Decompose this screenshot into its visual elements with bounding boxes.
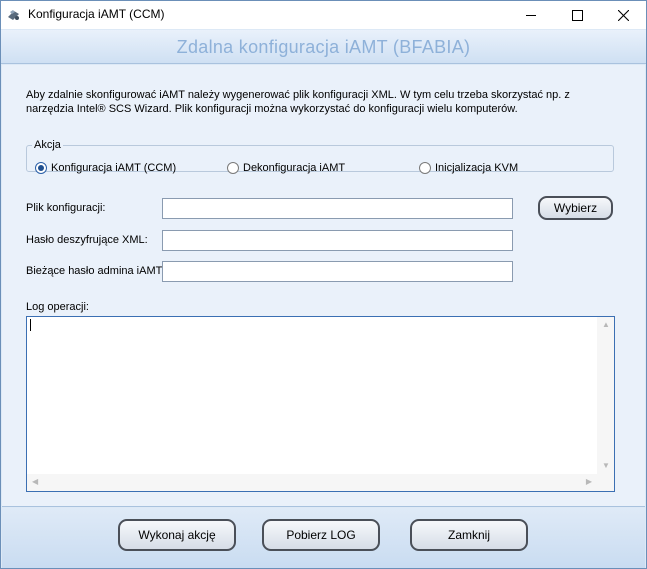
scroll-up-icon[interactable]: ▲ [602, 321, 610, 329]
intro-line: narzędzia Intel® SCS Wizard. Plik konfig… [26, 103, 518, 115]
minimize-icon [525, 14, 536, 16]
xml-password-label: Hasło deszyfrujące XML: [26, 234, 148, 246]
scroll-left-icon[interactable]: ◀ [32, 478, 38, 486]
vertical-scrollbar[interactable]: ▲ ▼ [597, 317, 614, 474]
scroll-down-icon[interactable]: ▼ [602, 462, 610, 470]
radio-configure[interactable]: Konfiguracja iAMT (CCM) [35, 162, 176, 174]
main-panel: Aby zdalnie skonfigurować iAMT należy wy… [2, 65, 645, 507]
intro-line: Aby zdalnie skonfigurować iAMT należy wy… [26, 89, 570, 101]
radio-label: Konfiguracja iAMT (CCM) [51, 162, 177, 174]
radio-label: Dekonfiguracja iAMT [243, 162, 346, 174]
action-group-legend: Akcja [34, 139, 61, 151]
admin-password-label: Bieżące hasło admina iAMT: [26, 265, 165, 277]
scrollbar-corner [597, 474, 614, 491]
intro-text: Aby zdalnie skonfigurować iAMT należy wy… [26, 88, 616, 116]
execute-action-button[interactable]: Wykonaj akcję [118, 519, 236, 551]
window-title: Konfiguracja iAMT (CCM) [28, 7, 165, 21]
radio-unselected-icon [419, 162, 431, 174]
browse-button[interactable]: Wybierz [538, 196, 613, 220]
config-file-input[interactable] [162, 198, 513, 219]
horizontal-scrollbar[interactable]: ◀ ▶ [27, 474, 597, 491]
log-textarea[interactable]: ▲ ▼ ◀ ▶ [26, 316, 615, 492]
radio-selected-icon [35, 162, 47, 174]
page-title: Zdalna konfiguracja iAMT (BFABIA) [176, 37, 471, 57]
config-file-label: Plik konfiguracji: [26, 202, 106, 214]
action-group: Akcja Konfiguracja iAMT (CCM) Dekonfigur… [26, 139, 614, 174]
radio-unselected-icon [227, 162, 239, 174]
app-window: Konfiguracja iAMT (CCM) Zdalna konfigura… [0, 0, 647, 569]
xml-password-input[interactable] [162, 230, 513, 251]
text-caret [30, 319, 31, 331]
maximize-icon [571, 9, 583, 21]
maximize-button[interactable] [554, 1, 600, 29]
close-window-button[interactable] [600, 1, 646, 29]
radio-label: Inicjalizacja KVM [435, 162, 519, 174]
title-bar: Konfiguracja iAMT (CCM) [1, 1, 646, 29]
radio-deconfigure[interactable]: Dekonfiguracja iAMT [227, 162, 345, 174]
admin-password-input[interactable] [162, 261, 513, 282]
close-button[interactable]: Zamknij [410, 519, 528, 551]
header-banner: Zdalna konfiguracja iAMT (BFABIA) [1, 30, 646, 64]
log-label: Log operacji: [26, 301, 89, 313]
close-icon [617, 9, 629, 21]
download-log-button[interactable]: Pobierz LOG [262, 519, 380, 551]
scroll-right-icon[interactable]: ▶ [586, 478, 592, 486]
app-icon [8, 10, 19, 20]
minimize-button[interactable] [508, 1, 554, 29]
footer-bar: Wykonaj akcję Pobierz LOG Zamknij [2, 508, 645, 568]
radio-kvm-init[interactable]: Inicjalizacja KVM [419, 162, 518, 174]
